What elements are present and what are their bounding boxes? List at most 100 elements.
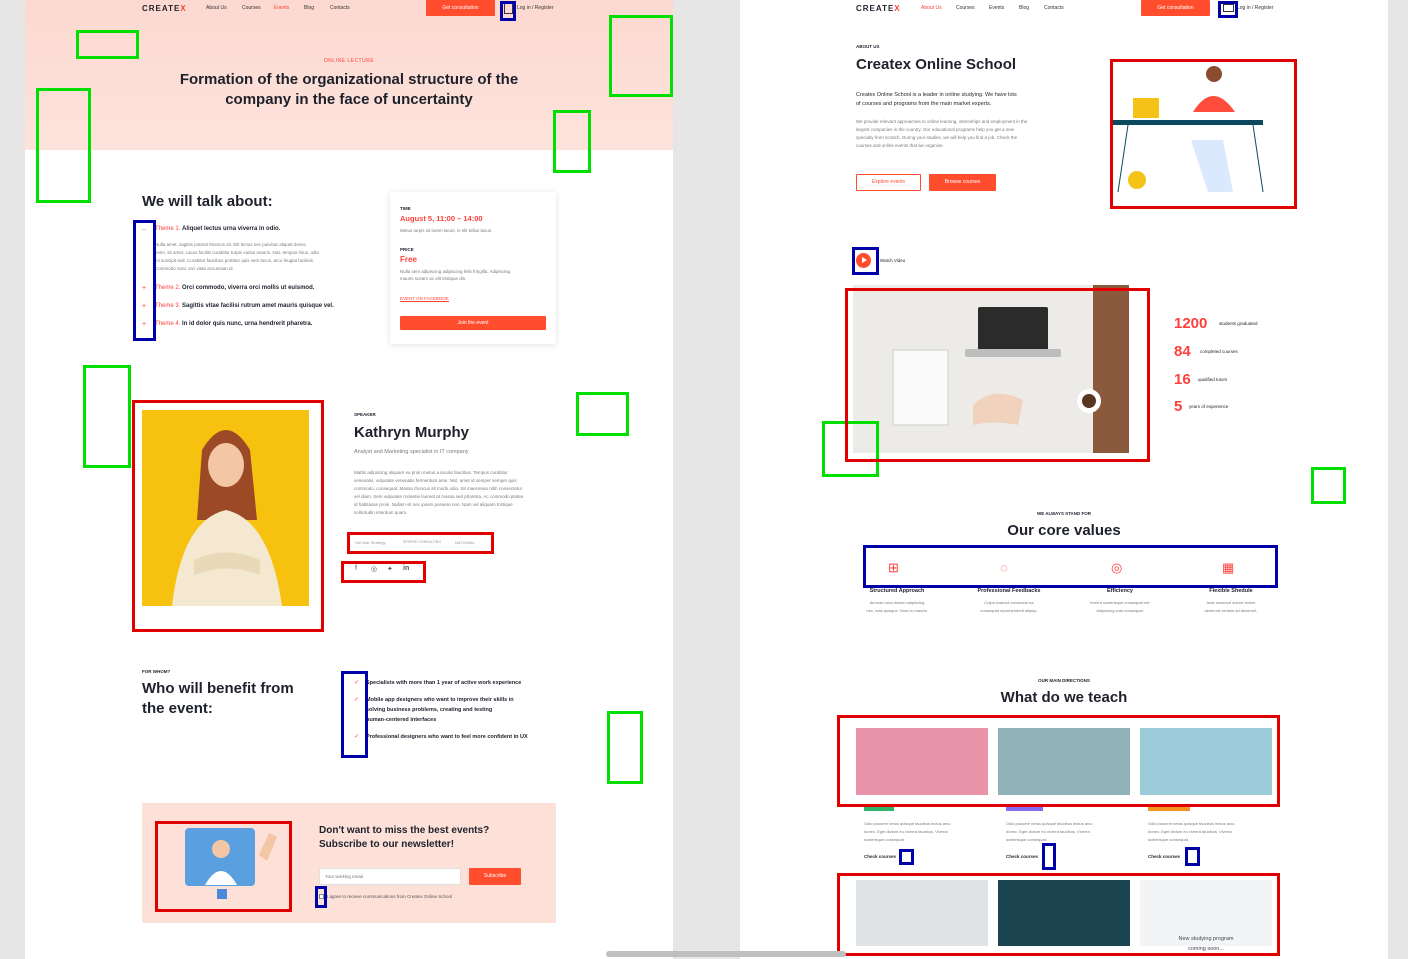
theme-3[interactable]: Theme 3. Sagittis vitae facilisi rutrum … [155, 303, 334, 309]
theme-4[interactable]: Theme 4. In id dolor quis nunc, urna hen… [155, 321, 312, 327]
about-body-3: specialty from scratch. During your stud… [856, 135, 1018, 140]
value-title-2: Professional Feedbacks [977, 588, 1041, 594]
check-courses-link-2[interactable]: Check courses [1006, 854, 1038, 859]
value-text-3a: Viverra scelerisque consequat net. [1089, 600, 1151, 605]
annotation-box [837, 715, 1280, 807]
check-courses-link-3[interactable]: Check courses [1148, 854, 1180, 859]
stat-label-3: qualified tutors [1198, 377, 1228, 382]
annotation-box [1185, 847, 1200, 866]
nav-link-about[interactable]: About Us [921, 5, 942, 11]
theme-1[interactable]: Theme 1. Aliquet lectus urna viverra in … [155, 226, 280, 232]
annotation-box [341, 671, 368, 758]
course-text-3a: Odio posuere netus quisque faucibus lect… [1148, 821, 1235, 826]
nav-link-courses[interactable]: Courses [242, 5, 261, 11]
annotation-box [845, 288, 1150, 462]
value-text-1a: Aenean urna dictum adipiscing [869, 600, 925, 605]
about-lead-1: Createx Online School is a leader in onl… [856, 92, 1017, 98]
course-text-2a: Odio posuere netus quisque faucibus lect… [1006, 821, 1093, 826]
price-value: Free [400, 255, 417, 264]
nav-link-events[interactable]: Events [274, 5, 289, 11]
value-text-4b: deserunt veniam ad deserunt. [1204, 608, 1258, 613]
stat-value-4: 5 [1174, 398, 1183, 415]
get-consultation-button[interactable]: Get consultation [426, 0, 495, 16]
annotation-box [863, 545, 1278, 588]
whom-item-1: Specialists with more than 1 year of act… [366, 680, 522, 686]
annotation-box [607, 711, 643, 784]
nav-link-blog[interactable]: Blog [304, 5, 314, 11]
course-text-2b: donec. Eget dictum eu viverra faucibus. … [1006, 829, 1090, 834]
login-register-link[interactable]: Log in / Register [1237, 5, 1273, 11]
login-register-link[interactable]: Log in / Register [517, 5, 553, 11]
annotation-box [76, 30, 139, 59]
annotation-box [1311, 467, 1346, 504]
stat-value-1: 1200 [1174, 315, 1208, 332]
speaker-bio-2: venenatis, vulputate venenatis fermentum… [354, 478, 517, 483]
time-label: TIME [400, 206, 411, 211]
check-courses-link-1[interactable]: Check courses [864, 854, 896, 859]
stat-label-2: completed courses [1200, 349, 1238, 354]
price-note-1: Nulla sem adipiscing adipiscing felis fr… [400, 269, 511, 274]
annotation-box [347, 532, 494, 554]
value-title-4: Flexible Shedule [1209, 588, 1253, 594]
whom-eyebrow: FOR WHOM? [142, 669, 171, 674]
theme-1-body-3: mi suscipit sed. Curabitur faucibus port… [155, 258, 315, 263]
teach-eyebrow: OUR MAIN DIRECTIONS [1038, 678, 1090, 683]
course-text-3b: donec. Eget dictum eu viverra faucibus. … [1148, 829, 1232, 834]
theme-1-body-2: enim, sit amet. Lacus facilisi curabitur… [155, 250, 320, 255]
consent-label: I agree to receive communications from C… [327, 894, 453, 899]
logo[interactable]: CREATEX [856, 4, 901, 13]
nav-link-blog[interactable]: Blog [1019, 5, 1029, 11]
nav-link-contacts[interactable]: Contacts [1044, 5, 1064, 11]
price-label: PRICE [400, 247, 414, 252]
about-body-2: largest companies in the country. Our ed… [856, 127, 1015, 132]
theme-2[interactable]: Theme 2. Orci commodo, viverra orci moll… [155, 285, 314, 291]
theme-1-body-1: Nulla amet, sagittis potenti rhoncus sit… [155, 242, 307, 247]
course-text-1b: donec. Eget dictum eu viverra faucibus. … [864, 829, 948, 834]
speaker-name: Kathryn Murphy [354, 424, 470, 441]
about-eyebrow: ABOUT US [856, 44, 880, 49]
email-input[interactable] [319, 868, 461, 885]
value-text-2b: consequat reprehenderit aliquip. [980, 608, 1038, 613]
nav-link-events[interactable]: Events [989, 5, 1004, 11]
values-title: Our core values [1007, 522, 1121, 539]
whom-item-3: solving business problems, creating and … [366, 707, 493, 713]
annotation-box [83, 365, 131, 468]
horizontal-scrollbar[interactable] [606, 951, 846, 957]
values-eyebrow: WE ALWAYS STAND FOR [1036, 511, 1092, 516]
logo[interactable]: CREATEX [142, 4, 187, 13]
annotation-box [315, 886, 327, 908]
join-event-button[interactable]: Join the event [400, 316, 546, 330]
nav-link-about[interactable]: About Us [206, 5, 227, 11]
get-consultation-button[interactable]: Get consultation [1141, 0, 1210, 16]
price-note-2: mauris sceam ac elit tristique dis. [400, 276, 467, 281]
whom-item-2: Mobile app designers who want to improve… [366, 697, 514, 703]
annotation-box [341, 561, 426, 583]
top-nav: CREATEX About Us Courses Events Blog Con… [740, 0, 1388, 16]
course-text-1a: Odio posuere netus quisque faucibus lect… [864, 821, 951, 826]
stat-value-2: 84 [1174, 343, 1191, 360]
nav-link-contacts[interactable]: Contacts [330, 5, 350, 11]
whom-heading-1: Who will benefit from [142, 680, 294, 697]
speaker-bio-4: vel diam. Sem vulputate molestie laoreet… [354, 494, 524, 499]
annotation-box [132, 400, 324, 632]
browse-courses-button[interactable]: Browse courses [929, 174, 996, 191]
about-body-1: We provide relevant approaches to online… [856, 119, 1028, 124]
nav-link-courses[interactable]: Courses [956, 5, 975, 11]
explore-events-button[interactable]: Explore events [856, 174, 921, 191]
time-note: Metus turpis sit lorem lacus, in elit te… [400, 228, 493, 233]
subscribe-button[interactable]: Subscribe [469, 868, 521, 885]
facebook-event-link[interactable]: EVENT ON FACEBOOK [400, 296, 449, 301]
whom-item-5: Professional designers who want to feel … [366, 734, 528, 740]
annotation-box [1110, 59, 1297, 209]
annotation-box [133, 220, 156, 341]
speaker-role: Analyst and Marketing specialist in IT c… [354, 449, 469, 455]
course-text-3c: scelerisque consequat. [1148, 837, 1189, 842]
stat-label-4: years of experience [1189, 404, 1229, 409]
talk-heading: We will talk about: [142, 193, 273, 210]
time-value: August 5, 11:00 – 14:00 [400, 214, 483, 223]
annotation-box [837, 873, 1280, 956]
annotation-box [899, 849, 914, 865]
annotation-box [155, 821, 292, 912]
about-lead-2: of courses and programs from the main ma… [856, 101, 992, 107]
watch-video-label[interactable]: Watch Video [880, 258, 905, 263]
